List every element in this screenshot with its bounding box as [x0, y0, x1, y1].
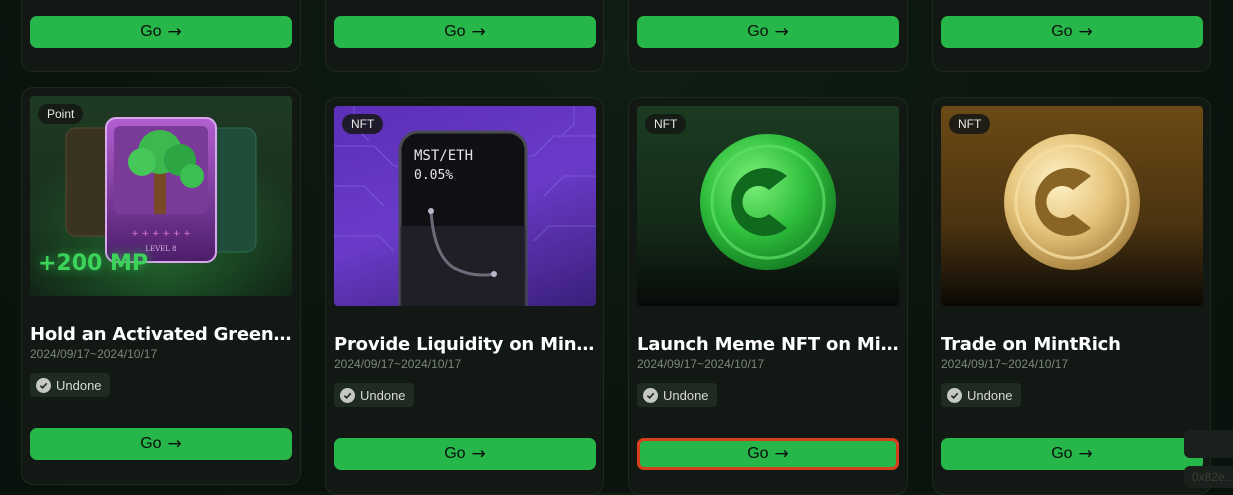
go-button[interactable]: Go →	[334, 16, 596, 48]
go-button[interactable]: Go →	[334, 438, 596, 470]
fee-text: 0.05%	[414, 168, 453, 183]
status-badge: Undone	[30, 373, 110, 397]
card-thumbnail: MST/ETH 0.05% NFT	[334, 106, 596, 306]
go-button[interactable]: Go →	[30, 428, 292, 460]
status-label: Undone	[360, 387, 406, 403]
card-title: Launch Meme NFT on Min…	[637, 334, 899, 355]
arrow-right-icon: →	[471, 444, 486, 464]
go-button[interactable]: Go →	[637, 16, 899, 48]
go-label: Go	[1051, 445, 1073, 462]
go-label: Go	[747, 445, 769, 462]
arrow-right-icon: →	[774, 444, 789, 464]
status-badge: Undone	[941, 383, 1021, 407]
status-label: Undone	[56, 377, 102, 393]
card-tag: Point	[38, 104, 84, 124]
go-label: Go	[747, 23, 769, 40]
card-tag: NFT	[949, 114, 991, 134]
arrow-right-icon: →	[1078, 22, 1093, 42]
go-button[interactable]: Go →	[941, 438, 1203, 470]
arrow-right-icon: →	[167, 434, 182, 454]
card-date: 2024/09/17~2024/10/17	[30, 347, 158, 361]
card-title: Trade on MintRich	[941, 334, 1121, 355]
status-label: Undone	[663, 387, 709, 403]
go-button[interactable]: Go →	[941, 16, 1203, 48]
phone-chart-art: MST/ETH 0.05%	[334, 106, 596, 306]
task-card-liquidity[interactable]: MST/ETH 0.05% NFT Provide Liquidity on M…	[325, 97, 604, 495]
status-badge: Undone	[334, 383, 414, 407]
card-thumbnail: NFT	[941, 106, 1203, 306]
card-title: Provide Liquidity on MintS…	[334, 334, 596, 355]
card-tag: NFT	[645, 114, 687, 134]
bonus-points: +200 MP	[38, 251, 149, 276]
status-label: Undone	[967, 387, 1013, 403]
go-label: Go	[444, 23, 466, 40]
card-date: 2024/09/17~2024/10/17	[941, 357, 1069, 371]
address-chip: 0x82e...	[1184, 466, 1233, 488]
top-card-4: Go →	[932, 0, 1211, 72]
go-button[interactable]: Go →	[30, 16, 292, 48]
top-card-1: Go →	[21, 0, 301, 72]
arrow-right-icon: →	[774, 22, 789, 42]
top-card-3: Go →	[628, 0, 908, 72]
card-date: 2024/09/17~2024/10/17	[334, 357, 462, 371]
svg-text:+ + + + + +: + + + + + +	[131, 229, 191, 239]
card-thumbnail: + + + + + + LEVEL 8 Point +200 MP	[30, 96, 292, 296]
task-card-meme-nft[interactable]: NFT Launch Meme NFT on Min… 2024/09/17~2…	[628, 97, 908, 495]
faint-overlay-chip	[1184, 430, 1233, 458]
go-label: Go	[140, 23, 162, 40]
go-label: Go	[140, 435, 162, 452]
arrow-right-icon: →	[1078, 444, 1093, 464]
task-card-mintrich[interactable]: NFT Trade on MintRich 2024/09/17~2024/10…	[932, 97, 1211, 495]
gold-coin-art	[1004, 134, 1140, 270]
task-card-greenid[interactable]: + + + + + + LEVEL 8 Point +200 MP Hold a…	[21, 87, 301, 485]
go-label: Go	[444, 445, 466, 462]
card-thumbnail: NFT	[637, 106, 899, 306]
top-card-2: Go →	[325, 0, 604, 72]
check-icon	[36, 377, 51, 393]
card-tag: NFT	[342, 114, 384, 134]
go-button[interactable]: Go →	[637, 438, 899, 470]
card-date: 2024/09/17~2024/10/17	[637, 357, 765, 371]
go-label: Go	[1051, 23, 1073, 40]
card-title: Hold an Activated GreenID…	[30, 324, 292, 345]
level-text: LEVEL 8	[145, 245, 176, 253]
check-icon	[947, 387, 962, 403]
pair-text: MST/ETH	[414, 148, 473, 164]
arrow-right-icon: →	[471, 22, 486, 42]
arrow-right-icon: →	[167, 22, 182, 42]
check-icon	[340, 387, 355, 403]
check-icon	[643, 387, 658, 403]
status-badge: Undone	[637, 383, 717, 407]
green-coin-art	[700, 134, 836, 270]
